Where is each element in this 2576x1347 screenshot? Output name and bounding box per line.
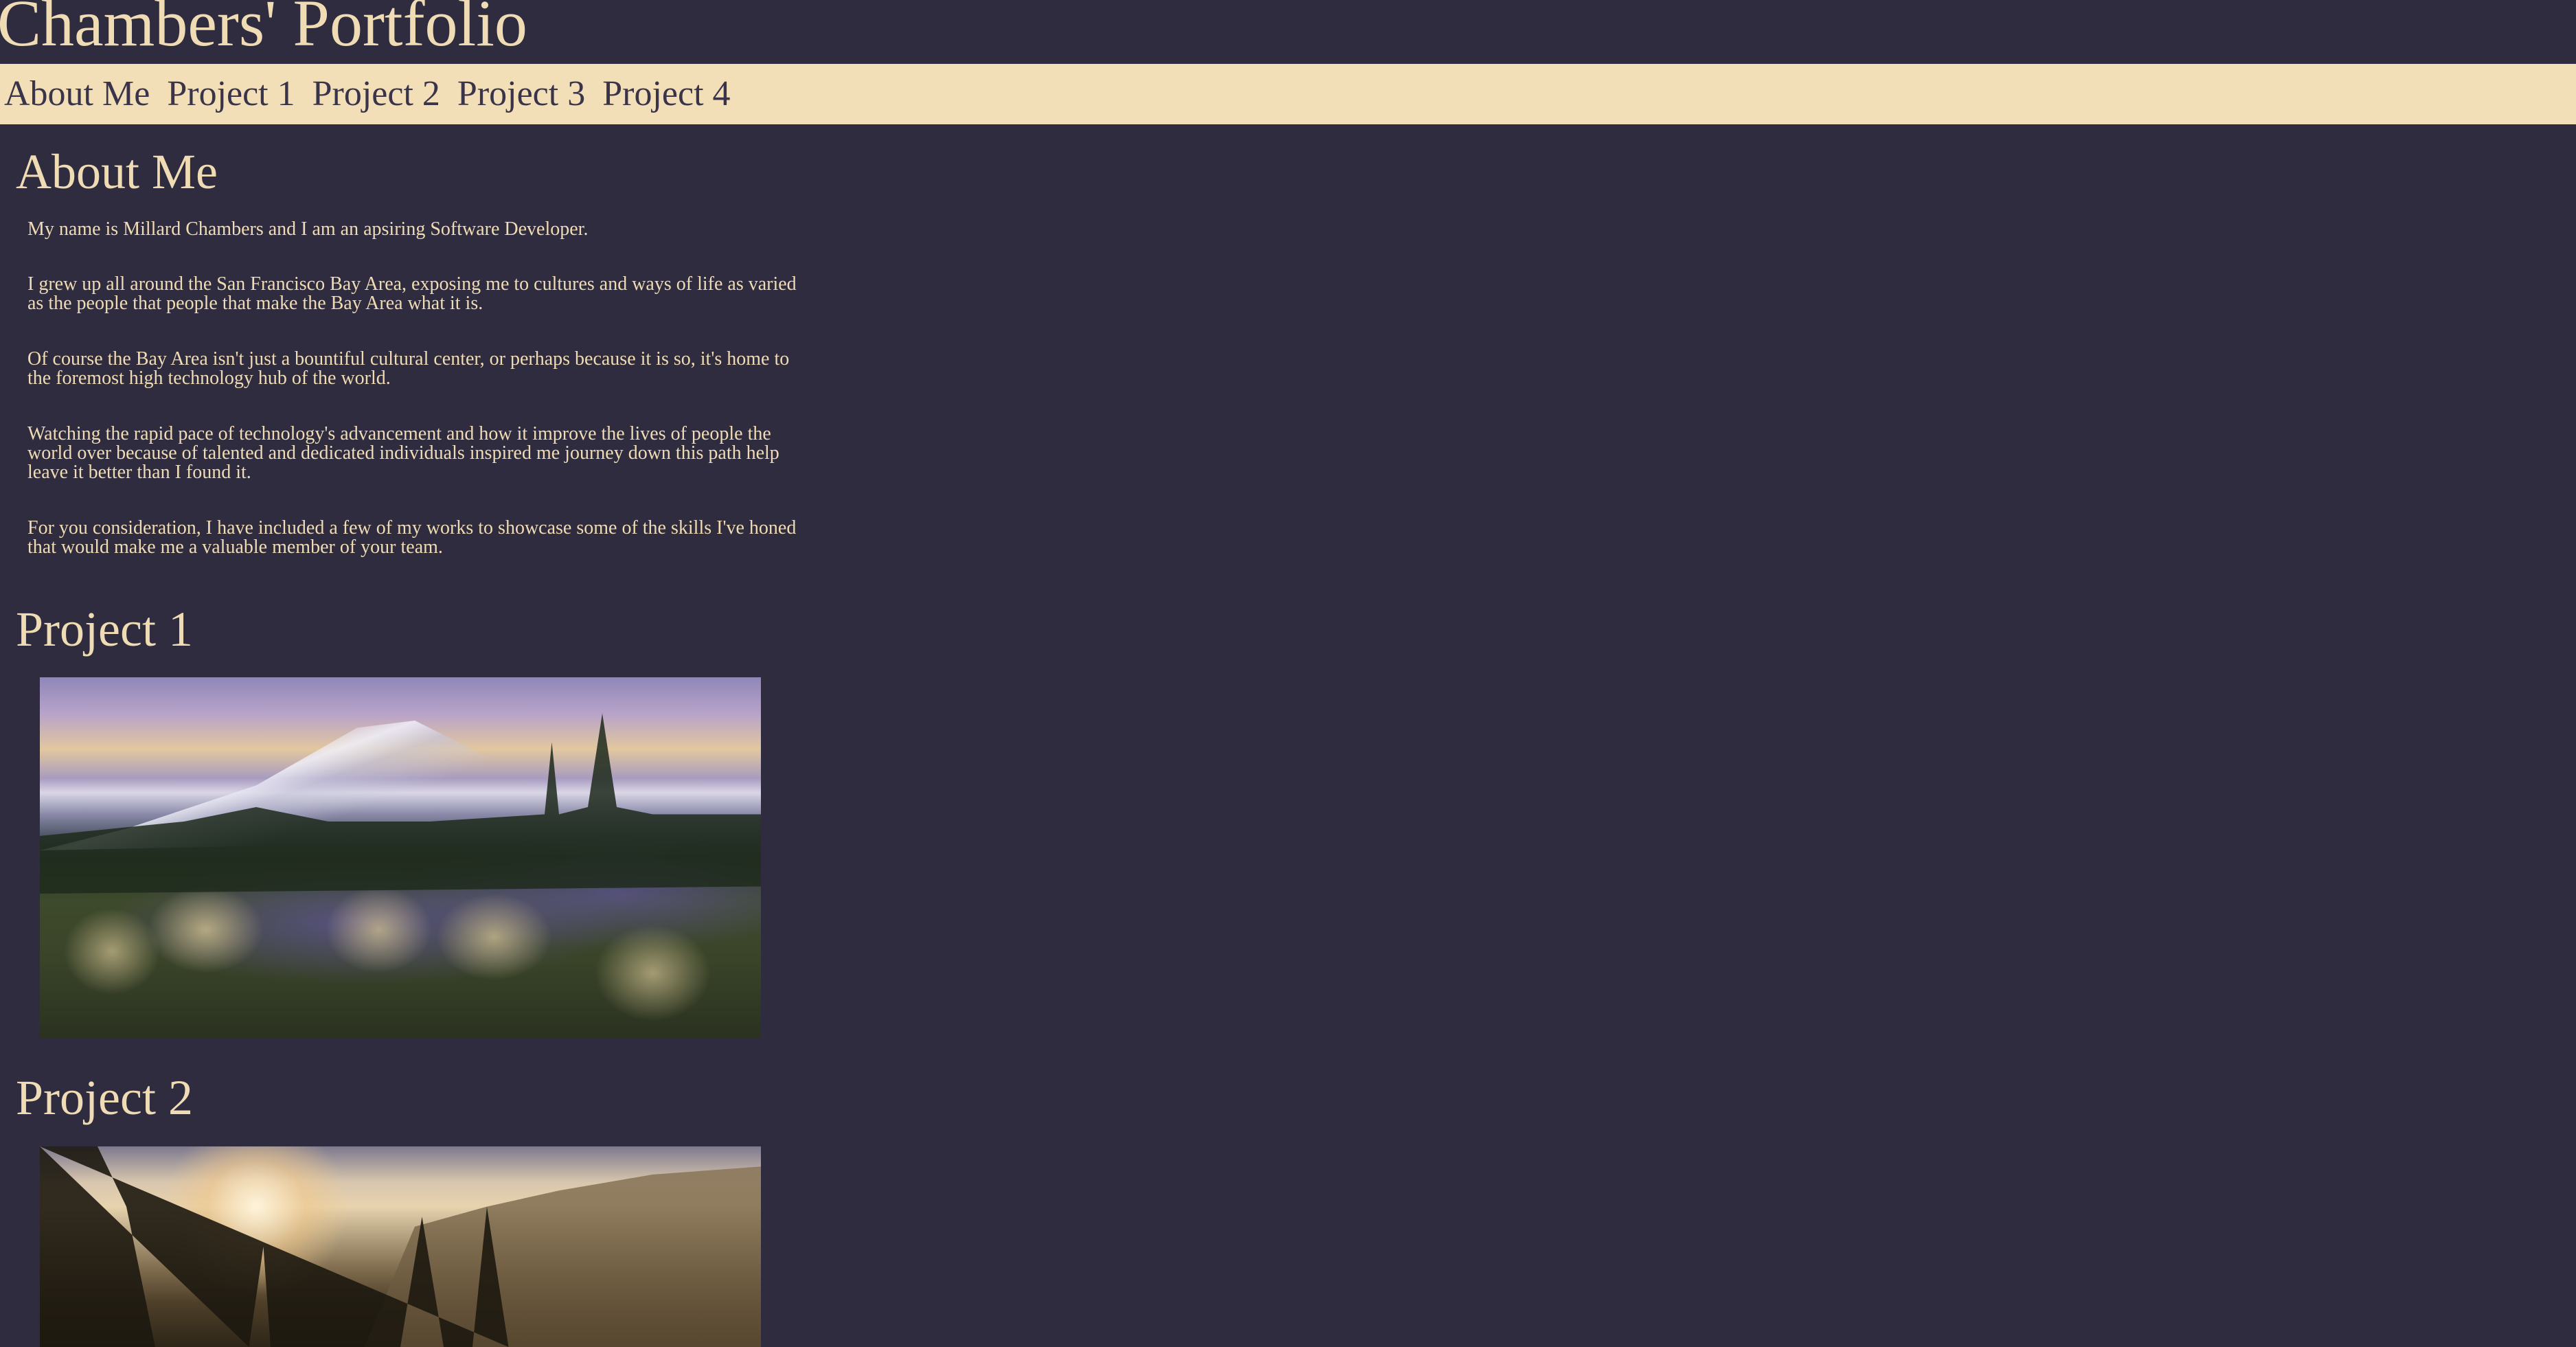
about-me-heading: About Me xyxy=(16,144,218,199)
nav-link-project-1[interactable]: Project 1 xyxy=(167,76,295,112)
nav-link-project-4[interactable]: Project 4 xyxy=(602,76,730,112)
project-2-heading: Project 2 xyxy=(16,1070,193,1125)
about-paragraph-bay-area: I grew up all around the San Francisco B… xyxy=(27,273,797,314)
site-title: Chambers' Portfolio xyxy=(0,0,527,60)
about-paragraph-tech-hub: Of course the Bay Area isn't just a boun… xyxy=(27,348,790,389)
nav-link-about-me[interactable]: About Me xyxy=(4,76,150,112)
project-1-heading: Project 1 xyxy=(16,602,193,657)
about-paragraph-consideration: For you consideration, I have included a… xyxy=(27,517,797,558)
nav-link-project-2[interactable]: Project 2 xyxy=(312,76,440,112)
about-paragraph-inspiration: Watching the rapid pace of technology's … xyxy=(27,423,779,483)
about-paragraph-intro: My name is Millard Chambers and I am an … xyxy=(27,218,589,240)
project-1-image xyxy=(40,677,761,1038)
main-navbar: About Me Project 1 Project 2 Project 3 P… xyxy=(0,64,2576,124)
project-2-image xyxy=(40,1146,761,1347)
nav-link-project-3[interactable]: Project 3 xyxy=(457,76,585,112)
